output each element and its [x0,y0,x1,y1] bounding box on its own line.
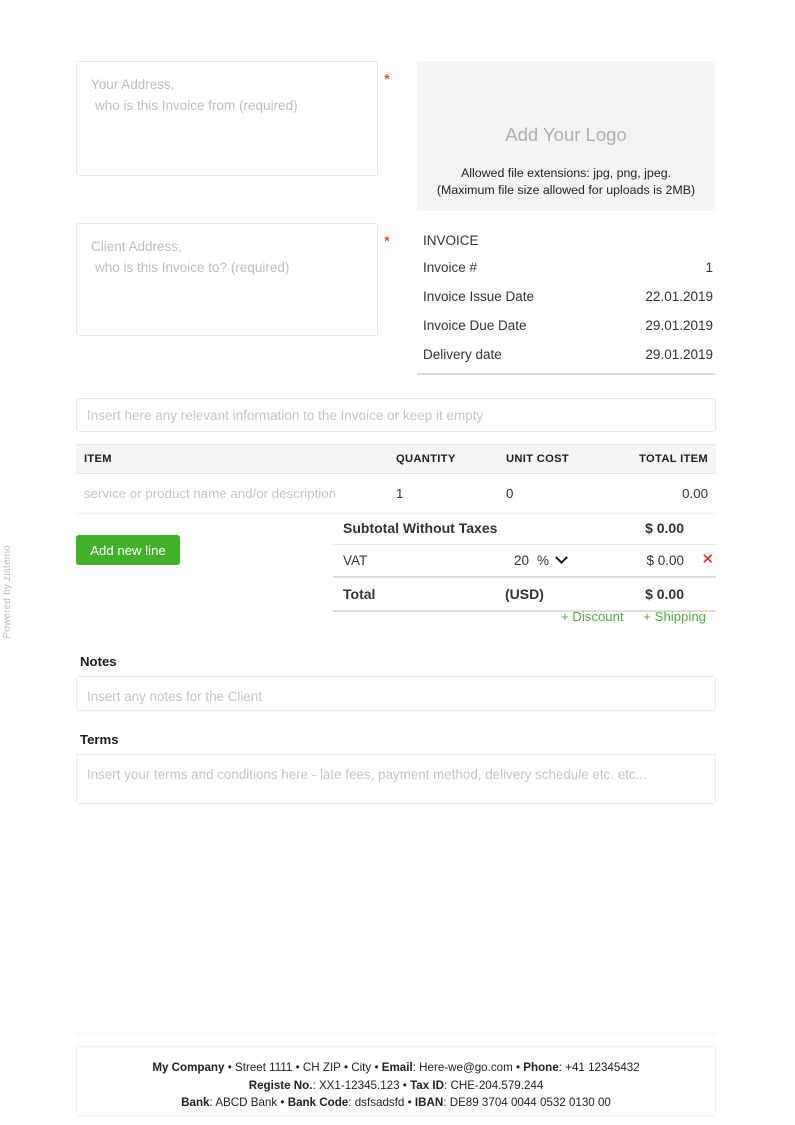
chevron-down-icon[interactable] [555,551,568,564]
footer-sep-6: • [403,1079,407,1092]
footer-sep-8: • [408,1096,412,1109]
invoice-heading: INVOICE [417,228,715,253]
total-row: Total (USD) $ 0.00 [333,578,716,612]
column-header-quantity: QUANTITY [396,453,506,465]
footer-sep-3: • [344,1061,348,1074]
table-row[interactable]: service or product name and/or descripti… [76,474,716,514]
sender-address-placeholder-line2: who is this Invoice from (required) [91,95,363,116]
invoice-number-label: Invoice # [423,260,477,275]
footer-email-label: Email [382,1061,413,1074]
subtotal-label: Subtotal Without Taxes [333,520,505,536]
column-header-unit-cost: UNIT COST [506,453,611,465]
total-value: $ 0.00 [615,586,716,602]
sender-address-input[interactable]: Your Address, who is this Invoice from (… [76,61,378,176]
total-label: Total [333,586,505,602]
footer-line-registration: Registe No.: XX1-12345.123 • Tax ID: CHE… [77,1077,715,1095]
currency-label[interactable]: (USD) [505,586,615,602]
footer-phone-label: Phone [523,1061,558,1074]
logo-upload-area[interactable]: Add Your Logo Allowed file extensions: j… [417,61,715,211]
footer-sep-5: • [516,1061,520,1074]
client-address-placeholder-line2: who is this Invoice to? (required) [91,257,363,278]
notes-section-title: Notes [80,654,117,669]
add-new-line-button[interactable]: Add new line [76,535,180,565]
invoice-issue-date-value[interactable]: 22.01.2019 [645,289,713,304]
subtotal-value: $ 0.00 [615,520,716,536]
footer-register-label: Registe No. [249,1079,313,1092]
vat-row[interactable]: VAT 20 % $ 0.00 ✕ [333,545,716,578]
footer-street: Street 1111 [235,1061,292,1074]
client-address-input[interactable]: Client Address, who is this Invoice to? … [76,223,378,336]
powered-by-label: Powered by zistemo [2,545,18,639]
invoice-issue-date-label: Invoice Issue Date [423,289,534,304]
line-item-unit-cost-input[interactable]: 0 [506,486,611,501]
line-item-total-value: 0.00 [611,486,716,501]
footer-company-name: My Company [152,1061,224,1074]
line-items-table: ITEM QUANTITY UNIT COST TOTAL ITEM servi… [76,444,716,514]
logo-upload-title: Add Your Logo [417,61,715,146]
invoice-info-input[interactable]: Insert here any relevant information to … [76,398,716,432]
delivery-date-row[interactable]: Delivery date 29.01.2019 [417,340,715,369]
line-items-header-row: ITEM QUANTITY UNIT COST TOTAL ITEM [76,444,716,474]
subtotal-row: Subtotal Without Taxes $ 0.00 [333,512,716,545]
invoice-number-row[interactable]: Invoice # 1 [417,253,715,282]
footer-bank-code-label: Bank Code [288,1096,349,1109]
add-discount-link[interactable]: + Discount [561,609,624,624]
terms-section-title: Terms [80,732,119,747]
footer-city: City [351,1061,371,1074]
logo-hint-extensions: Allowed file extensions: jpg, png, jpeg. [417,165,715,182]
column-header-item: ITEM [76,453,396,465]
invoice-due-date-value[interactable]: 29.01.2019 [645,318,713,333]
client-required-asterisk: * [384,234,390,249]
footer-register-value: XX1-12345.123 [319,1079,400,1092]
invoice-editor-page: Powered by zistemo Your Address, who is … [0,0,795,1125]
footer-iban-label: IBAN [415,1096,443,1109]
line-item-description-input[interactable]: service or product name and/or descripti… [76,486,396,501]
add-shipping-link[interactable]: + Shipping [643,609,706,624]
sender-address-placeholder-line1: Your Address, [91,74,363,95]
footer-line-contact: My Company • Street 1111 • CH ZIP • City… [77,1059,715,1077]
footer-bank-label: Bank [181,1096,209,1109]
client-address-placeholder-line1: Client Address, [91,236,363,257]
footer-line-bank: Bank: ABCD Bank • Bank Code: dsfsadsfd •… [77,1094,715,1112]
footer-iban-value: DE89 3704 0044 0532 0130 00 [450,1096,611,1109]
vat-label[interactable]: VAT [333,553,505,568]
totals-block: Subtotal Without Taxes $ 0.00 VAT 20 % $… [333,512,716,612]
logo-upload-hint: Allowed file extensions: jpg, png, jpeg.… [417,165,715,199]
notes-input[interactable]: Insert any notes for the Client [76,676,716,711]
footer-tax-label: Tax ID [410,1079,444,1092]
footer-bank-value: ABCD Bank [215,1096,277,1109]
footer-sep-1: • [228,1061,232,1074]
invoice-number-value[interactable]: 1 [705,260,713,275]
column-header-total-item: TOTAL ITEM [611,453,716,465]
footer-phone-value: +41 12345432 [565,1061,639,1074]
delivery-date-value[interactable]: 29.01.2019 [645,347,713,362]
vat-percent-symbol: % [537,553,549,568]
vat-rate-input[interactable]: 20 [505,553,529,568]
invoice-meta-block: INVOICE Invoice # 1 Invoice Issue Date 2… [417,228,715,375]
footer-sep-4: • [374,1061,378,1074]
invoice-issue-date-row[interactable]: Invoice Issue Date 22.01.2019 [417,282,715,311]
logo-hint-maxsize: (Maximum file size allowed for uploads i… [417,182,715,199]
sender-required-asterisk: * [384,72,390,87]
footer-email-value: Here-we@go.com [419,1061,513,1074]
line-item-quantity-input[interactable]: 1 [396,486,506,501]
company-footer[interactable]: My Company • Street 1111 • CH ZIP • City… [76,1046,716,1116]
footer-sep-2: • [296,1061,300,1074]
delivery-date-label: Delivery date [423,347,502,362]
footer-zip: CH ZIP [303,1061,341,1074]
remove-vat-icon[interactable]: ✕ [701,552,714,567]
footer-tax-value: CHE-204.579.244 [450,1079,543,1092]
invoice-due-date-label: Invoice Due Date [423,318,527,333]
footer-sep-7: • [280,1096,284,1109]
totals-links: + Discount + Shipping [333,609,716,624]
terms-input[interactable]: Insert your terms and conditions here - … [76,754,716,804]
footer-bank-code-value: dsfsadsfd [355,1096,405,1109]
vat-rate-control[interactable]: 20 % [505,553,615,568]
notes-placeholder: Insert any notes for the Client [87,689,262,704]
footer-divider [76,1033,716,1034]
invoice-due-date-row[interactable]: Invoice Due Date 29.01.2019 [417,311,715,340]
invoice-info-placeholder: Insert here any relevant information to … [87,408,483,423]
terms-placeholder: Insert your terms and conditions here - … [87,767,647,782]
